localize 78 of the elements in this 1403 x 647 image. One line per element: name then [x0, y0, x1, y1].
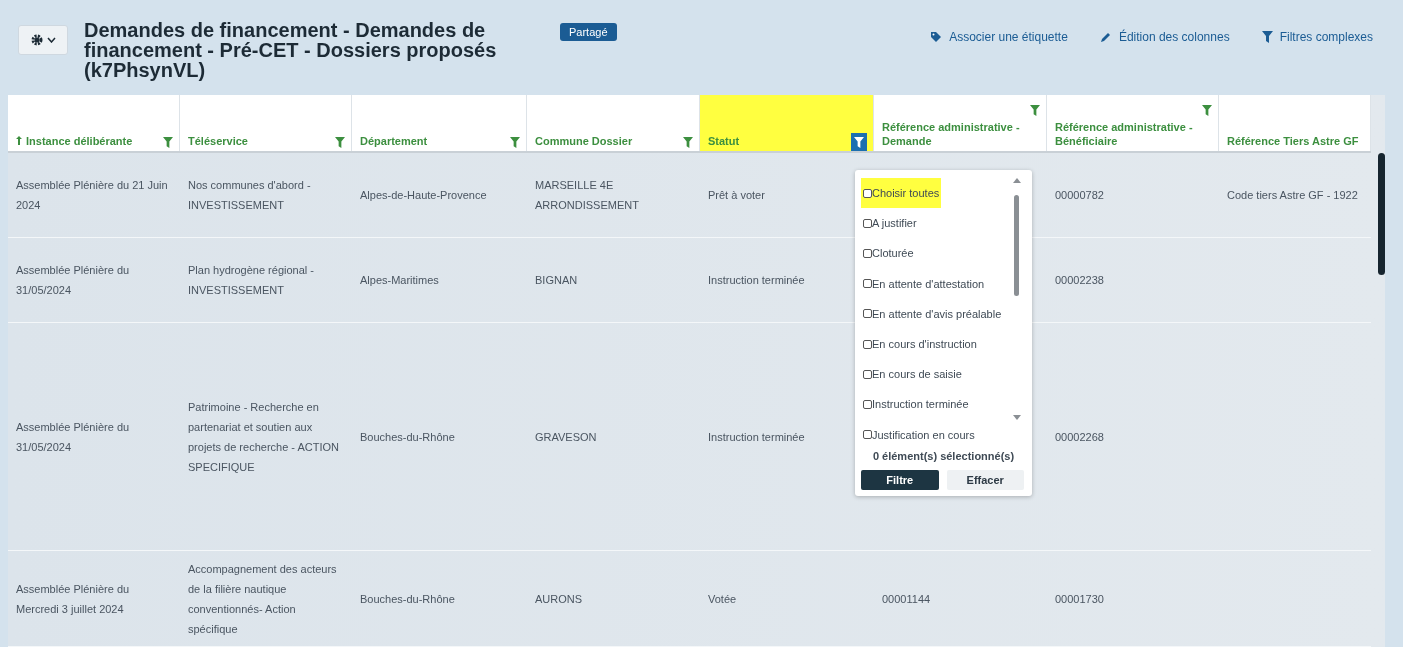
table-cell-text: Assemblée Plénière du Mercredi 3 juillet 2024 [16, 581, 131, 617]
column-header[interactable]: Commune Dossier [527, 95, 700, 151]
checkbox[interactable] [863, 188, 872, 198]
settings-menu-button[interactable] [18, 25, 68, 55]
filter-option[interactable]: En attente d'attestation [861, 268, 987, 299]
table-cell-text: 00002238 [1055, 273, 1104, 288]
table-cell-text: 00001730 [1055, 591, 1104, 607]
filter-option[interactable]: Choisir toutes [861, 178, 942, 209]
filter-icon[interactable] [335, 137, 345, 148]
chevron-icon [46, 37, 56, 43]
filter-button[interactable]: Filtre [861, 470, 939, 490]
sort-up-icon [16, 136, 22, 145]
table-cell-text: MARSEILLE 4E ARRONDISSEMENT [535, 178, 640, 213]
gear-icon [30, 34, 43, 46]
table-cell-text: Assemblée Plénière du 31/05/2024 [16, 263, 131, 298]
table-cell-text: Instruction terminée [708, 429, 805, 445]
table-cell-text: GRAVESON [535, 429, 597, 445]
checkbox[interactable] [863, 248, 872, 258]
column-header[interactable]: Téléservice [180, 95, 352, 151]
column-header[interactable]: Département [352, 95, 527, 151]
table-cell-text: Alpes-de-Haute-Provence [360, 188, 487, 203]
filter-icon[interactable] [851, 133, 867, 151]
filter-option[interactable]: Cloturée [861, 238, 916, 269]
checkbox[interactable] [863, 309, 872, 319]
pencil-icon [1099, 31, 1112, 43]
scrollbar[interactable] [1378, 153, 1385, 275]
checkbox[interactable] [863, 399, 872, 409]
filter-icon[interactable] [163, 137, 173, 148]
table-cell-text: Plan hydrogène régional - INVESTISSEMENT [188, 263, 315, 298]
table-cell-text: Instruction terminée [708, 273, 805, 288]
table-cell-text: Bouches-du-Rhône [360, 429, 455, 445]
table-cell-text: Assemblée Plénière du 21 Juin 2024 [16, 178, 169, 213]
checkbox[interactable] [863, 339, 872, 349]
filter-option[interactable]: En attente d'avis préalable [861, 298, 1004, 329]
filter-option[interactable]: En cours d'instruction [861, 328, 979, 360]
table-cell-text: 00000782 [1055, 188, 1104, 203]
scroll-thumb[interactable] [1014, 195, 1019, 296]
filter-icon[interactable] [1030, 105, 1040, 116]
column-header[interactable]: Référence administrative - Demande [874, 95, 1047, 151]
filter-icon [1261, 31, 1273, 43]
table-cell-text: Accompagnement des acteurs de la filière nautique conventionnés- Action spécifique [188, 561, 338, 637]
table-cell-text: Votée [708, 591, 737, 607]
table-cell-text: BIGNAN [535, 273, 578, 288]
table-cell-text: Assemblée Plénière du 31/05/2024 [16, 419, 131, 455]
shared-badge: Partagé [560, 23, 617, 41]
checkbox[interactable] [863, 369, 872, 379]
table-cell-text: 00001144 [882, 591, 931, 607]
column-header[interactable]: Statut [700, 95, 874, 151]
table-cell-text: 00002268 [1055, 429, 1104, 445]
column-header[interactable]: Référence Tiers Astre GF [1219, 95, 1371, 151]
scroll-up-icon [1013, 178, 1021, 183]
action-link[interactable]: Associer une étiquette [930, 30, 1068, 44]
checkbox[interactable] [863, 430, 872, 440]
scroll-down-icon [1013, 415, 1021, 420]
action-link[interactable]: Filtres complexes [1261, 30, 1373, 44]
filter-option[interactable]: En cours de saisie [861, 359, 964, 390]
page-title: Demandes de financement - Demandes de financement - Pré-CET - Dossiers proposés (k7PhsynVL) [84, 20, 498, 80]
table-cell-text: AURONS [535, 591, 583, 607]
filter-option[interactable]: A justifier [861, 208, 919, 239]
table-cell-text: Patrimoine - Recherche en partenariat et soutien aux projets de recherche - ACTION SPECIFIQUE [188, 399, 340, 475]
table-cell-text: Prêt à voter [708, 188, 765, 203]
filter-icon[interactable] [510, 137, 520, 148]
column-header[interactable]: Instance délibérante [8, 95, 180, 151]
table-cell-text: Alpes-Maritimes [360, 273, 439, 288]
filter-icon[interactable] [1202, 105, 1212, 116]
table-cell-text: Bouches-du-Rhône [360, 591, 455, 607]
filter-option[interactable]: Instruction terminée [861, 389, 971, 420]
table-cell-text: Code tiers Astre GF - 1922 [1227, 188, 1358, 203]
checkbox[interactable] [863, 279, 872, 289]
tag-icon [930, 31, 943, 43]
checkbox[interactable] [863, 218, 872, 228]
filter-option[interactable]: Justification en cours [861, 419, 977, 444]
selection-count: 0 élément(s) sélectionné(s) [871, 450, 1016, 462]
action-link[interactable]: Édition des colonnes [1099, 30, 1230, 44]
column-header[interactable]: Référence administrative - Bénéficiaire [1047, 95, 1219, 151]
table-cell-text: Nos communes d'abord - INVESTISSEMENT [188, 178, 312, 213]
filter-icon[interactable] [683, 137, 693, 148]
clear-button[interactable]: Effacer [946, 470, 1024, 490]
